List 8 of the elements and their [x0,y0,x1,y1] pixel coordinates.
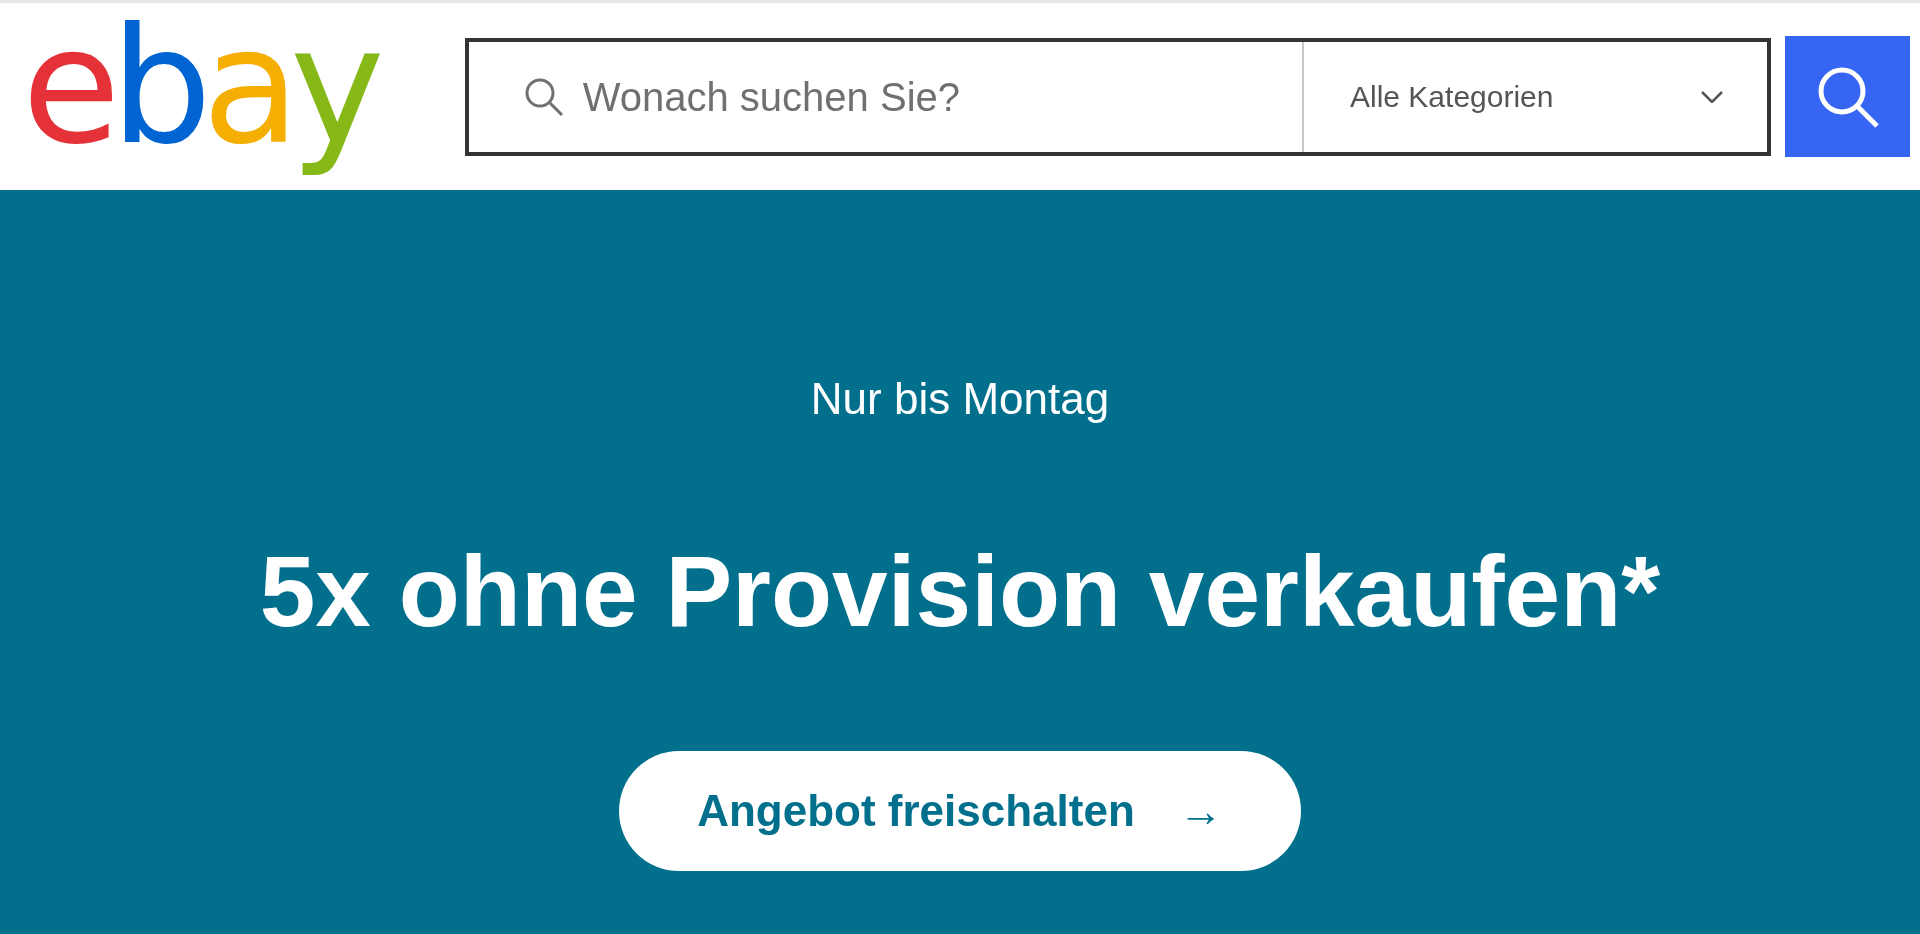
promo-headline: 5x ohne Provision verkaufen* [259,541,1661,641]
chevron-down-icon [1701,90,1723,103]
unlock-offer-button[interactable]: Angebot freischalten → [619,751,1301,871]
search-button[interactable] [1785,36,1910,157]
promo-eyebrow: Nur bis Montag [810,377,1110,421]
category-dropdown[interactable]: Alle Kategorien [1302,41,1767,152]
search-field[interactable]: Wonach suchen Sie? Alle Kategorien [464,37,1771,156]
ebay-logo[interactable]: ebay [22,0,389,183]
